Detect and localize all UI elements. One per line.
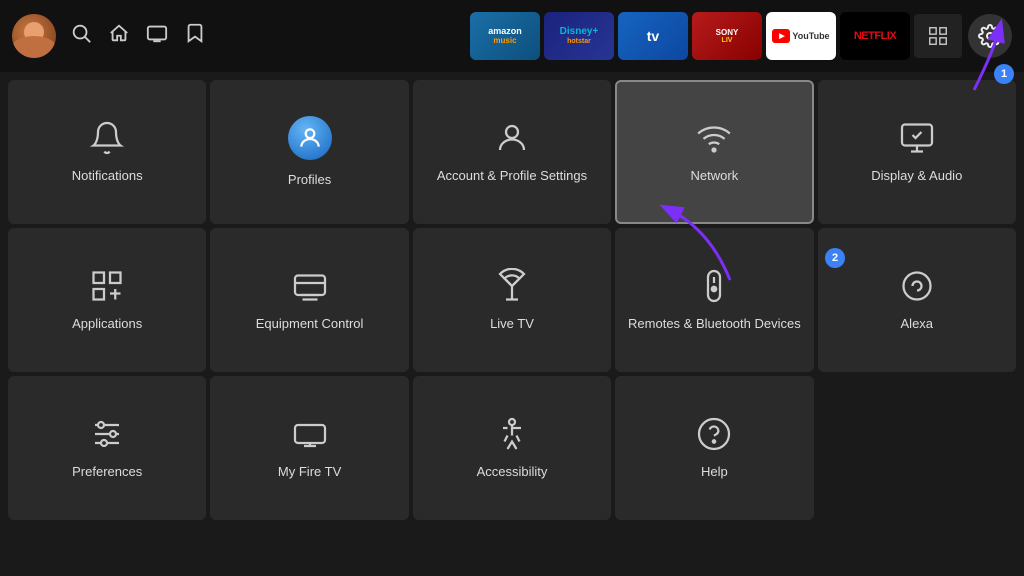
preferences-label: Preferences [72,464,142,481]
alexa-label: Alexa [901,316,934,333]
help-icon [696,416,732,452]
grid-item-display-audio[interactable]: Display & Audio [818,80,1016,224]
alexa-icon [899,268,935,304]
grid-item-empty [818,376,1016,520]
profiles-label: Profiles [288,172,331,189]
applications-label: Applications [72,316,142,333]
display-audio-label: Display & Audio [871,168,962,185]
disney-logo: Disney+ hotstar [560,26,599,46]
accessibility-label: Accessibility [477,464,548,481]
account-person-icon [494,120,530,156]
firetv-icon [292,416,328,452]
equipment-tv-icon [292,268,328,304]
firetv-label: My Fire TV [278,464,341,481]
grid-item-accessibility[interactable]: Accessibility [413,376,611,520]
profiles-avatar-icon [288,116,332,160]
remotes-label: Remotes & Bluetooth Devices [628,316,801,333]
grid-item-equipment[interactable]: Equipment Control [210,228,408,372]
tv-icon[interactable] [146,22,168,50]
grid-item-preferences[interactable]: Preferences [8,376,206,520]
settings-button[interactable] [968,14,1012,58]
grid-icon [927,25,949,47]
app-grid[interactable] [914,14,962,58]
grid-item-account[interactable]: Account & Profile Settings [413,80,611,224]
youtube-text: YouTube [792,31,829,41]
grid-item-notifications[interactable]: Notifications [8,80,206,224]
settings-gear-icon [978,24,1002,48]
accessibility-icon [494,416,530,452]
account-label: Account & Profile Settings [437,168,587,185]
bell-icon [89,120,125,156]
app-disney-hotstar[interactable]: Disney+ hotstar [544,12,614,60]
youtube-logo: YouTube [772,29,829,43]
app-liv[interactable]: tv [618,12,688,60]
notifications-label: Notifications [72,168,143,185]
sliders-icon [89,416,125,452]
grid-item-help[interactable]: Help [615,376,813,520]
grid-item-livetv[interactable]: Live TV [413,228,611,372]
settings-grid: Notifications Profiles Account & Profile… [0,76,1024,524]
grid-item-profiles[interactable]: Profiles [210,80,408,224]
remote-icon [696,268,732,304]
bookmark-icon[interactable] [184,22,206,50]
liv-label: tv [647,28,659,44]
sony-label: SONY LIV [716,28,739,44]
grid-item-firetv[interactable]: My Fire TV [210,376,408,520]
topbar: amazon music Disney+ hotstar tv SONY LIV [0,0,1024,72]
nav-icons [70,22,206,50]
help-label: Help [701,464,728,481]
netflix-label: NETFLIX [854,30,896,42]
grid-item-remotes[interactable]: Remotes & Bluetooth Devices [615,228,813,372]
youtube-play-icon [772,29,790,43]
apps-icon [89,268,125,304]
home-icon[interactable] [108,22,130,50]
app-icons: amazon music Disney+ hotstar tv SONY LIV [470,12,962,60]
app-netflix[interactable]: NETFLIX [840,12,910,60]
antenna-icon [494,268,530,304]
grid-item-applications[interactable]: Applications [8,228,206,372]
app-amazon-music[interactable]: amazon music [470,12,540,60]
app-youtube[interactable]: YouTube [766,12,836,60]
wifi-icon [696,120,732,156]
grid-item-network[interactable]: Network [615,80,813,224]
profile-person-icon [297,125,323,151]
network-label: Network [691,168,739,185]
equipment-label: Equipment Control [256,316,364,333]
search-icon[interactable] [70,22,92,50]
grid-item-alexa[interactable]: Alexa [818,228,1016,372]
display-icon [899,120,935,156]
avatar[interactable] [12,14,56,58]
livetv-label: Live TV [490,316,534,333]
app-sony[interactable]: SONY LIV [692,12,762,60]
